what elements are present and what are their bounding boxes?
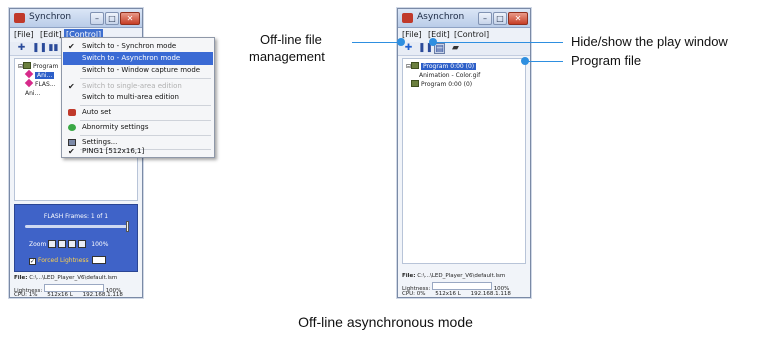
menu-item-window-capture-mode[interactable]: Switch to - Window capture mode [63, 64, 213, 77]
figure-caption: Off-line asynchronous mode [298, 314, 473, 330]
zoom-label: Zoom [29, 241, 47, 248]
asynchron-menubar: [File] [Edit] [Control] [398, 28, 530, 42]
file-status: File: C:\...\LED_Player_V6\default.lsm [14, 275, 138, 281]
ip-readout: 192.168.1.118 [470, 291, 511, 297]
pause-icon[interactable]: ❚❚ [32, 43, 47, 54]
forced-lightness-checkbox[interactable]: ✓ [29, 258, 36, 265]
app-icon [402, 13, 413, 23]
zoom-controls: Zoom 100% [29, 240, 108, 248]
menu-item-abnormity-settings[interactable]: Abnormity settings [63, 121, 213, 134]
frame-slider-thumb[interactable] [126, 221, 129, 232]
callout-offline-file-line1: Off-line file [260, 32, 322, 47]
menu-item-auto-set[interactable]: Auto set [63, 106, 213, 119]
synchron-titlebar[interactable]: Synchron – □ ✕ [10, 9, 142, 28]
zoom-box-4[interactable] [78, 240, 87, 248]
pause-icon[interactable]: ❚❚ [418, 43, 433, 54]
asynchron-title: Asynchron [417, 12, 465, 22]
frame-slider[interactable] [25, 225, 127, 228]
file-path: C:\...\LED_Player_V6\default.lsm [29, 275, 118, 281]
lightness-bar[interactable] [43, 284, 104, 292]
lightness-bar[interactable] [431, 282, 492, 290]
check-icon: ✔ [68, 147, 75, 156]
callout-offline-file-line2: management [249, 49, 325, 64]
app-icon [14, 13, 25, 23]
callout-hide-show: Hide/show the play window [571, 34, 728, 49]
menu-edit[interactable]: [Edit] [40, 30, 62, 39]
menu-item-multi-area[interactable]: Switch to multi-area edition [63, 91, 213, 104]
stop-icon[interactable]: ▮▮ [48, 43, 59, 54]
minimize-button[interactable]: – [478, 12, 492, 25]
resolution-readout: 512x16 L [435, 291, 461, 297]
play-control-panel: FLASH Frames: 1 of 1 Zoom 100% ✓ Forced Li… [14, 204, 138, 272]
asynchron-titlebar[interactable]: Asynchron – □ ✕ [398, 9, 530, 28]
synchron-title: Synchron [29, 12, 72, 22]
tree-row[interactable]: Animation - Color.gif [419, 71, 480, 80]
play-icon[interactable]: ✚ [16, 43, 27, 54]
asynchron-window: Asynchron – □ ✕ [File] [Edit] [Control] … [397, 8, 531, 298]
zoom-box-1[interactable] [48, 240, 57, 248]
abnormity-icon [68, 124, 76, 131]
close-button[interactable]: ✕ [508, 12, 528, 25]
tree-row[interactable]: ⊟ Program 0:00 (0) [406, 62, 477, 71]
system-status: CPU: 1% 512x16 L 192.168.1.118 [14, 292, 138, 298]
file-label: File: [402, 273, 416, 279]
auto-set-icon [68, 109, 76, 116]
animation-icon [24, 69, 34, 79]
tree-row[interactable]: FLAS... [24, 78, 56, 89]
program-icon [23, 62, 32, 69]
file-status: File: C:\...\LED_Player_V6\default.lsm [402, 273, 526, 279]
tree-row[interactable]: Program 0:00 (0) [411, 80, 472, 89]
menu-control[interactable]: [Control] [454, 30, 489, 39]
program-icon [411, 62, 420, 69]
tree-row[interactable]: ⊟ Program [18, 62, 58, 71]
maximize-button[interactable]: □ [493, 12, 507, 25]
program-icon [411, 80, 419, 87]
folder-icon[interactable]: ▰ [450, 43, 461, 54]
menu-divider [80, 78, 211, 79]
frames-label: FLASH Frames: 1 of 1 [43, 213, 109, 220]
callout-hide-show-line [433, 42, 563, 43]
callout-program-file: Program file [571, 53, 642, 68]
menu-file[interactable]: [File] [402, 30, 422, 39]
zoom-box-3[interactable] [68, 240, 77, 248]
maximize-button[interactable]: □ [105, 12, 119, 25]
callout-offline-file-dot [397, 38, 405, 46]
callout-program-file-line [525, 61, 563, 62]
file-label: File: [14, 275, 28, 281]
control-dropdown-menu: ✔ Switch to - Synchron mode Switch to - A… [61, 37, 215, 158]
forced-lightness-value[interactable] [91, 256, 106, 264]
resolution-readout: 512x16 L [47, 292, 73, 298]
zoom-percent: 100% [91, 241, 109, 248]
cpu-readout: CPU: 1% [14, 292, 38, 298]
menu-file[interactable]: [File] [14, 30, 34, 39]
asynchron-toolbar: ✚ ❚❚ ▤ ▰ [398, 42, 530, 56]
ip-readout: 192.168.1.118 [82, 292, 123, 298]
asynchron-program-tree: ⊟ Program 0:00 (0) Animation - Color.gif … [402, 58, 526, 264]
forced-lightness-label: Forced Lightness [38, 257, 89, 264]
tree-row[interactable]: Ani... [25, 89, 40, 98]
forced-lightness-row: ✓ Forced Lightness [29, 256, 106, 265]
minimize-button[interactable]: – [90, 12, 104, 25]
system-status: CPU: 0% 512x16 L 192.168.1.118 [402, 291, 526, 297]
offline-file-icon[interactable]: ✚ [403, 43, 414, 54]
close-button[interactable]: ✕ [120, 12, 140, 25]
zoom-box-2[interactable] [58, 240, 67, 248]
file-path: C:\...\LED_Player_V6\default.lsm [417, 273, 506, 279]
callout-offline-file-line [352, 42, 401, 43]
menu-item-ping1[interactable]: ✔ PING1 [512x16,1] [63, 145, 213, 158]
flash-icon [24, 78, 34, 88]
cpu-readout: CPU: 0% [402, 291, 426, 297]
